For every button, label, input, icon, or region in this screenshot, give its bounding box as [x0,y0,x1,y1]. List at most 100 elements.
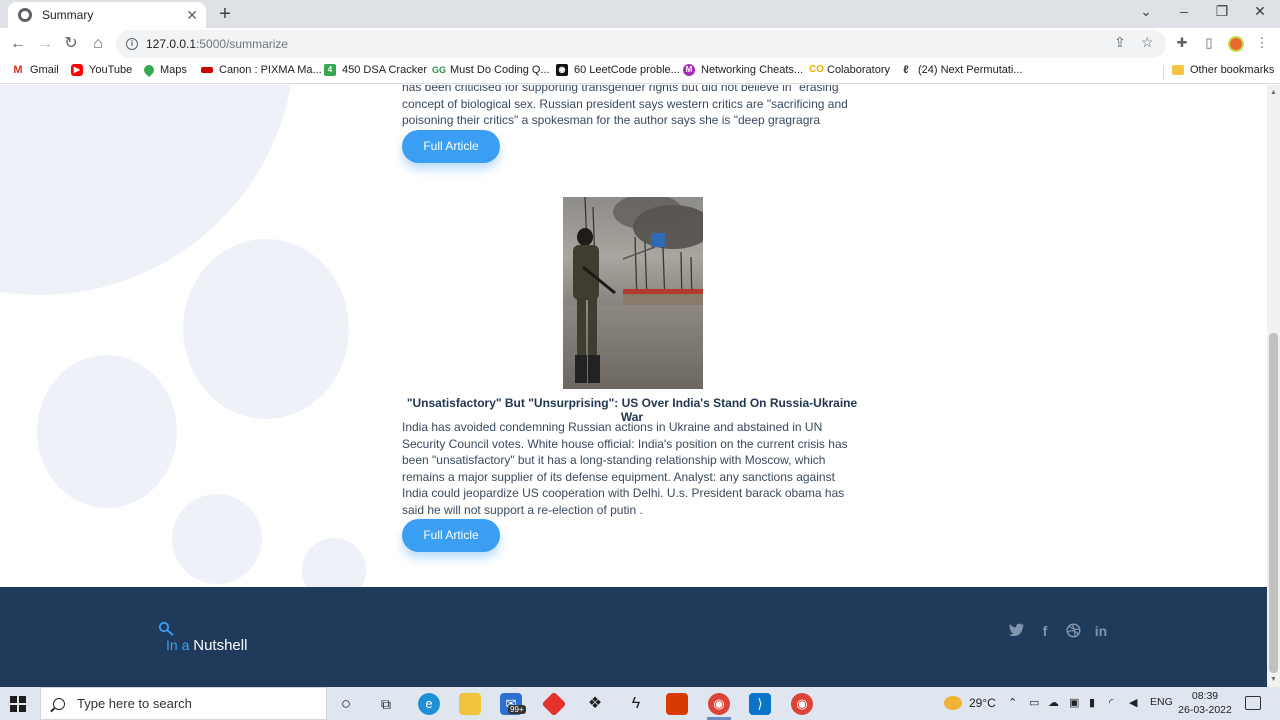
scrollbar-thumb[interactable] [1269,333,1278,673]
bookmark-maps[interactable]: Maps [141,62,187,78]
tab-title: Summary [42,8,94,22]
extensions-puzzle-icon[interactable]: ✚ [1174,35,1190,51]
bookmark-next-permutation[interactable]: ℓ (24) Next Permutati... [900,64,1023,76]
clock[interactable]: 08:39 26-03-2022 [1178,689,1232,717]
weather-temp[interactable]: 29°C [969,696,996,710]
notification-icon[interactable] [1245,696,1261,710]
edge-icon[interactable]: e [418,693,440,715]
side-panel-icon[interactable]: ▯ [1201,35,1217,51]
wifi-icon[interactable]: ◜ [1109,696,1113,709]
forward-arrow-icon[interactable]: → [34,34,56,54]
tray-expand-icon[interactable]: ⌃ [1008,696,1017,709]
clock-time: 08:39 [1191,690,1219,702]
bookmark-must-do-coding[interactable]: GG Must Do Coding Q... [432,64,550,76]
search-icon [53,697,65,710]
dribbble-icon[interactable] [1064,623,1082,641]
windows-taskbar: Type here to search ○ ⧉ e ✉ 99+ ❖ ϟ ◉ ⟩ … [0,687,1280,720]
weather-sun-icon[interactable] [944,696,962,710]
bookmark-leetcode[interactable]: ◉ 60 LeetCode proble... [556,64,680,76]
background-circle [183,239,349,419]
file-explorer-icon[interactable] [459,693,481,715]
canon-icon [201,67,213,73]
url-text: 127.0.0.1:5000/summarize [146,37,289,51]
background-circle [37,355,177,508]
new-tab-button[interactable]: + [214,4,236,26]
cortana-icon[interactable]: ○ [335,693,357,715]
leetcode-icon: ◉ [556,64,568,76]
bookmark-450-dsa[interactable]: 4 450 DSA Cracker [324,64,427,76]
bookmark-gmail[interactable]: M Gmail [12,64,59,76]
bookmark-canon[interactable]: Canon : PIXMA Ma... [201,64,322,76]
bookmark-colaboratory[interactable]: CO Colaboratory [809,64,890,76]
search-placeholder: Type here to search [77,696,192,711]
tab-summary[interactable]: Summary ✕ [8,2,206,28]
article-photo [563,197,703,389]
bookmark-networking[interactable]: M Networking Cheats... [683,64,803,76]
page-viewport: has been criticised for supporting trans… [0,85,1267,687]
dropbox-icon[interactable]: ❖ [584,693,606,715]
tab-search-icon[interactable]: ⌄ [1131,3,1161,20]
scroll-up-arrow-icon[interactable]: ▲ [1270,89,1277,96]
chrome-profile-icon[interactable]: ◉ [791,693,813,715]
gfg-icon: GG [432,64,447,76]
share-icon[interactable]: ⇪ [1114,34,1126,51]
menu-dots-icon[interactable]: ⋮ [1254,35,1270,51]
background-circle [172,494,262,584]
office-icon[interactable] [666,693,688,715]
full-article-button[interactable]: Full Article [402,519,500,552]
clock-date: 26-03-2022 [1178,704,1232,716]
profile-avatar[interactable] [1228,36,1244,52]
linkedin-icon[interactable]: in [1092,623,1110,639]
mail-badge: 99+ [508,705,526,714]
bookmarks-bar: M Gmail ▶ YouTube Maps Canon : PIXMA Ma.… [0,60,1280,84]
gmail-icon: M [12,64,24,76]
app-bolt-icon[interactable]: ϟ [625,693,647,715]
battery-icon[interactable]: ▮ [1089,696,1095,709]
site-info-icon[interactable]: i [126,38,138,50]
folder-icon [1172,65,1184,75]
article-card: has been criticised for supporting trans… [402,85,852,129]
article-image [563,197,703,389]
article-summary: has been criticised for supporting trans… [402,85,848,128]
restore-button[interactable]: ❐ [1207,3,1237,20]
onedrive-icon[interactable]: ☁ [1048,696,1059,709]
article-card: India has avoided condemning Russian act… [402,419,852,519]
task-view-icon[interactable]: ⧉ [375,693,397,715]
site-logo[interactable]: In a Nutshell [166,637,247,654]
dsa-icon: 4 [324,64,336,76]
youtube-icon: ▶ [71,64,83,76]
link-icon: ℓ [900,64,912,76]
bookmark-youtube[interactable]: ▶ YouTube [71,64,132,76]
browser-tab-strip: Summary ✕ + ⌄ – ❐ ✕ [0,0,1280,28]
language-indicator[interactable]: ENG [1150,696,1173,708]
article-summary: India has avoided condemning Russian act… [402,420,848,517]
other-bookmarks[interactable]: Other bookmarks [1172,64,1274,76]
anydesk-icon[interactable] [541,691,567,717]
notion-icon: M [683,64,695,76]
minimize-button[interactable]: – [1169,3,1199,19]
twitter-icon[interactable] [1008,623,1026,640]
windows-start-icon[interactable] [10,696,26,712]
tab-close-button[interactable]: ✕ [186,7,198,24]
tray-app-icon[interactable]: ▭ [1029,696,1039,709]
browser-toolbar: ← → ↻ ⌂ i 127.0.0.1:5000/summarize ⇪ ☆ ✚… [0,28,1280,60]
close-window-button[interactable]: ✕ [1245,3,1275,20]
home-icon[interactable]: ⌂ [87,34,109,54]
colab-icon: CO [809,64,824,76]
vscode-icon[interactable]: ⟩ [749,693,771,715]
tray-app-icon[interactable]: ▣ [1069,696,1079,709]
site-footer: In a Nutshell f in [0,587,1267,687]
full-article-button[interactable]: Full Article [402,130,500,163]
bookmark-star-icon[interactable]: ☆ [1141,34,1154,51]
address-bar[interactable]: i 127.0.0.1:5000/summarize [116,30,1166,58]
back-arrow-icon[interactable]: ← [7,34,29,54]
magnifier-logo-icon [158,621,174,636]
page-scrollbar[interactable]: ▲ ▼ [1267,85,1280,687]
facebook-icon[interactable]: f [1036,623,1054,639]
maps-icon [141,62,157,78]
taskbar-search-box[interactable]: Type here to search [40,687,327,720]
chrome-icon[interactable]: ◉ [708,693,730,715]
reload-icon[interactable]: ↻ [60,34,82,54]
scroll-down-arrow-icon[interactable]: ▼ [1270,676,1277,683]
volume-icon[interactable]: ◀ [1129,696,1137,709]
